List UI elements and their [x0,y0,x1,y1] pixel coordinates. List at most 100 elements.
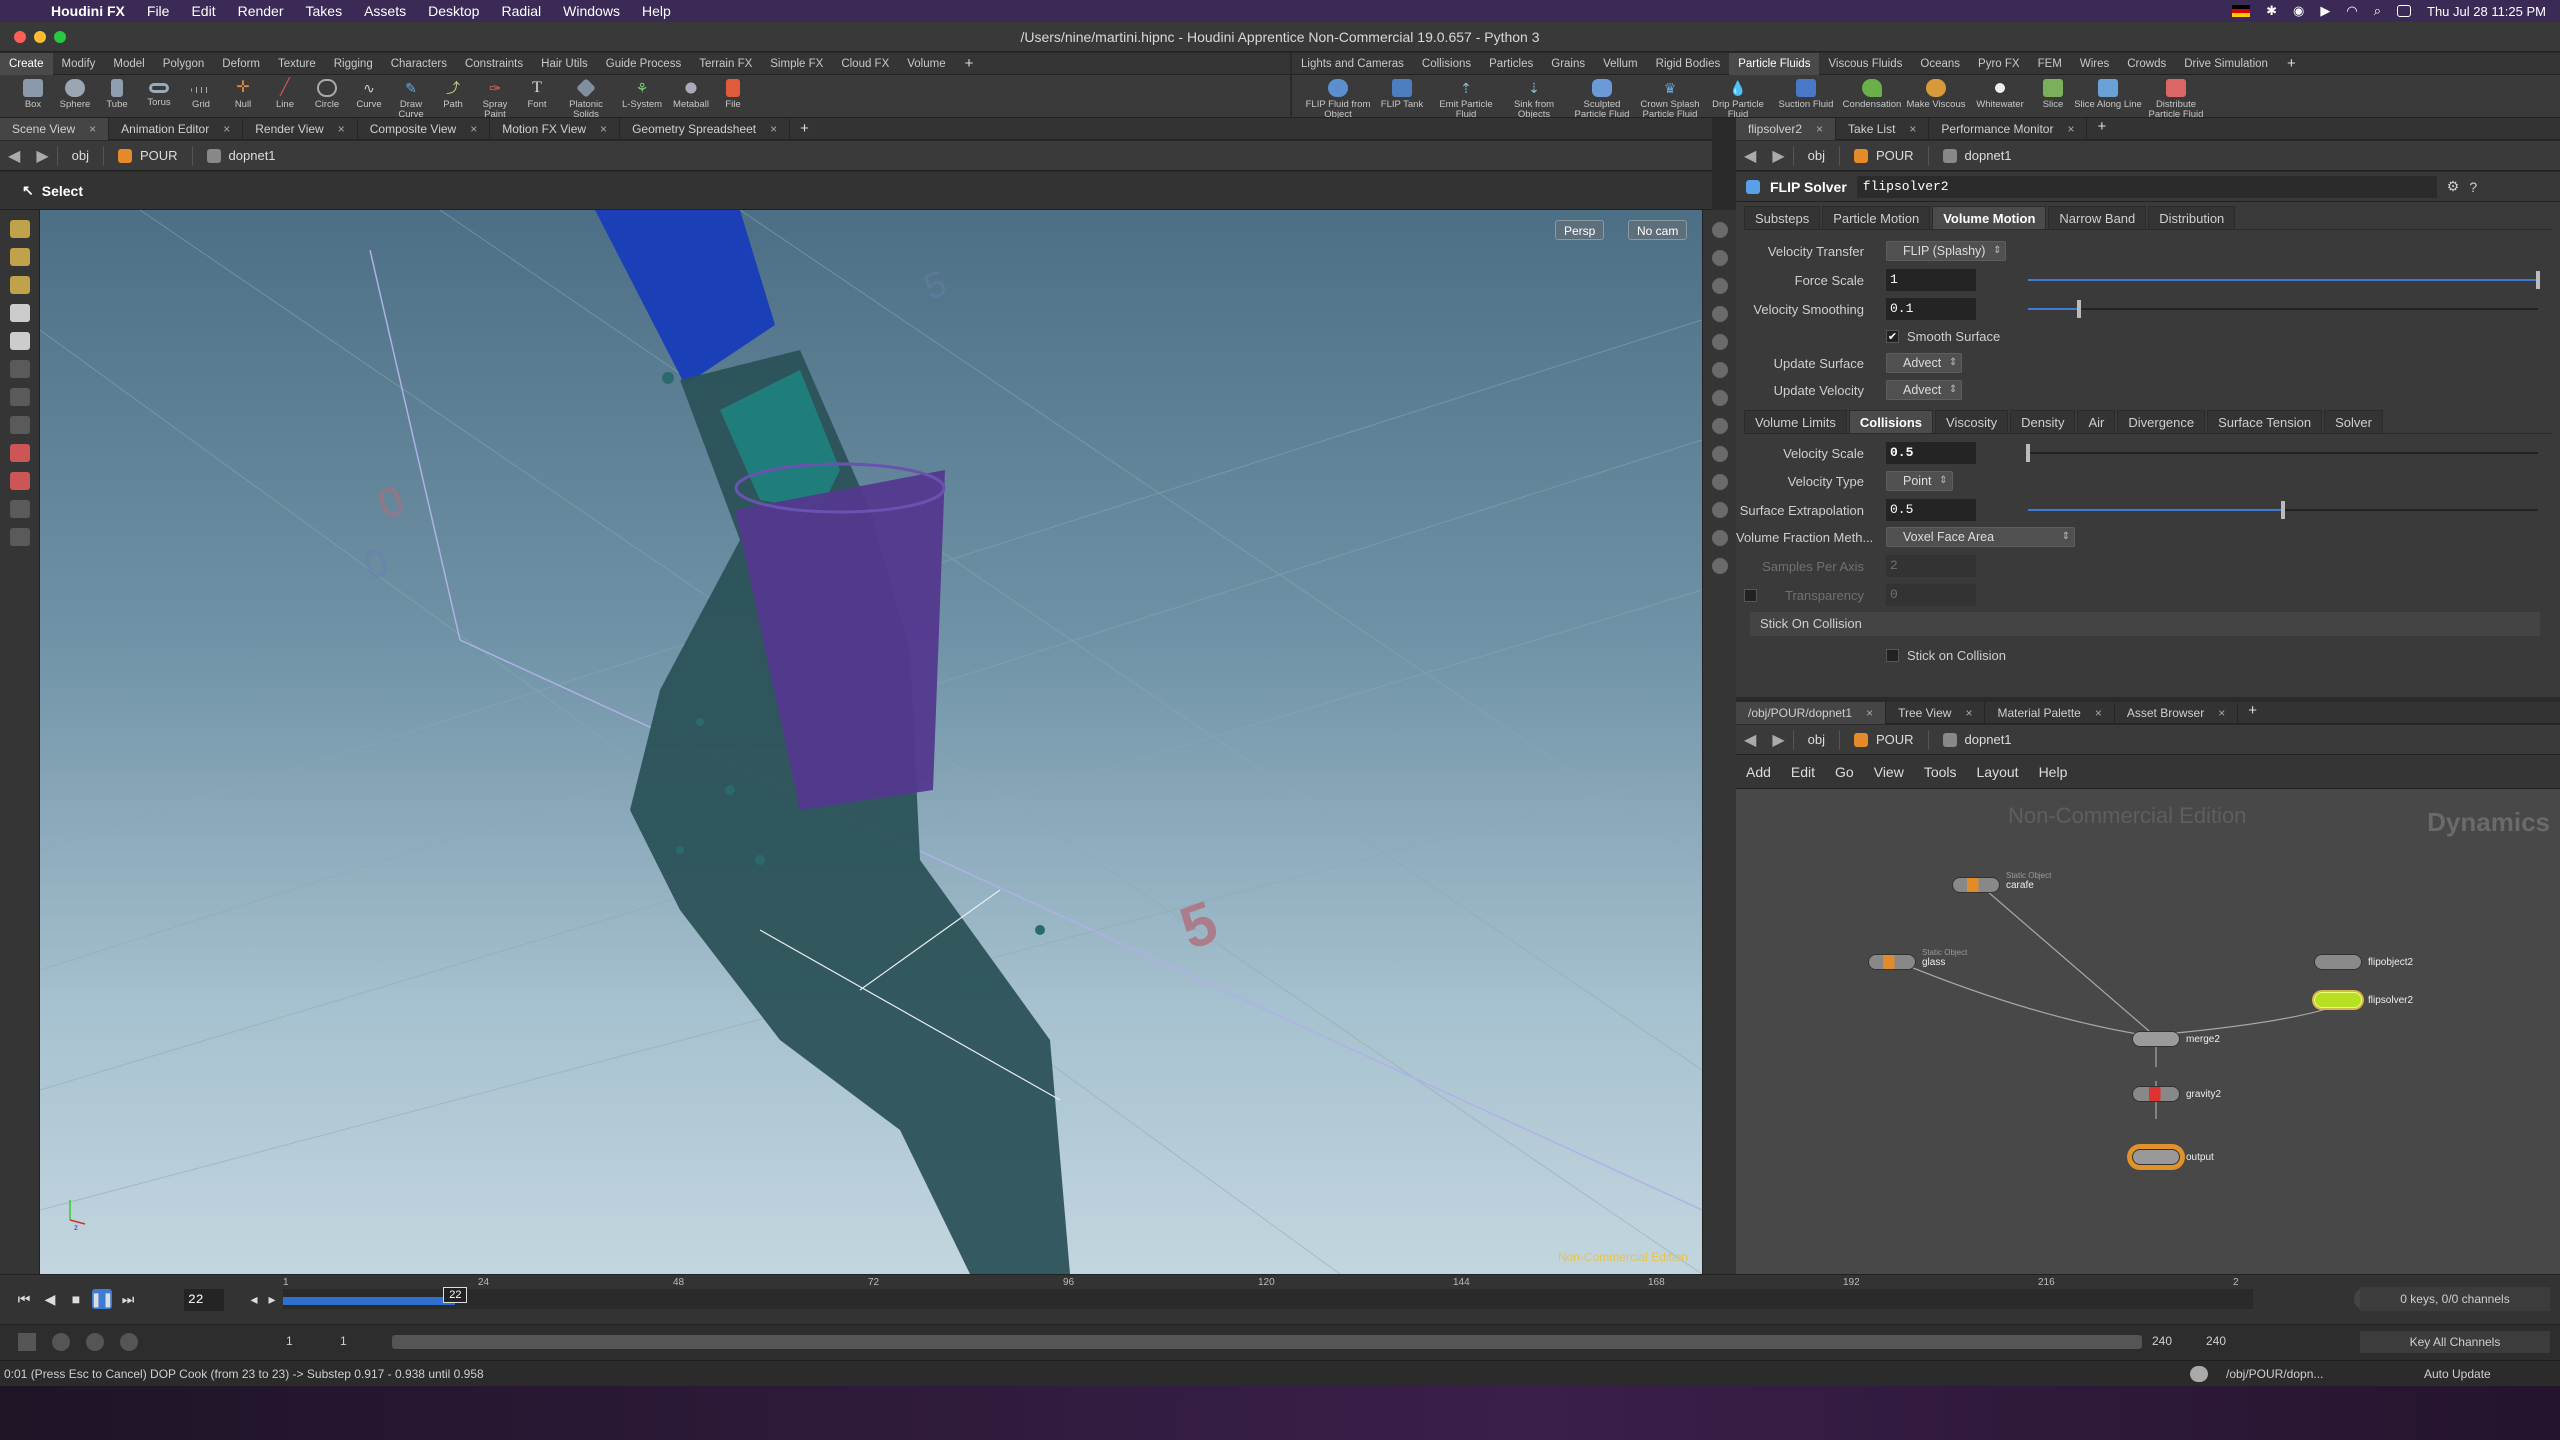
menu-render[interactable]: Render [227,3,295,19]
breadcrumb-obj[interactable]: obj [56,145,103,166]
keys-channels[interactable]: 0 keys, 0/0 channels [2360,1287,2550,1311]
light-icon[interactable] [1712,334,1728,350]
shelf-tab-create[interactable]: Create [0,52,53,75]
net-menu-go[interactable]: Go [1825,764,1864,780]
breadcrumb-dopnet[interactable]: dopnet1 [1927,145,2026,166]
step-forward-button[interactable]: ▸ [262,1289,282,1309]
zoom-window-button[interactable] [54,31,66,43]
breadcrumb-pour[interactable]: POUR [1838,145,1928,166]
minimize-window-button[interactable] [34,31,46,43]
pause-button[interactable]: ❚❚ [90,1289,114,1309]
net-menu-tools[interactable]: Tools [1914,764,1967,780]
normals-icon[interactable] [1712,446,1728,462]
tool-metaball[interactable]: Metaball [670,75,712,110]
breadcrumb-dopnet[interactable]: dopnet1 [191,145,290,166]
node-flipsolver2[interactable]: flipsolver2 [2314,992,2413,1008]
node-carafe[interactable]: carafe Static Object [1952,871,2051,893]
forward-arrow-icon[interactable]: ▶ [1764,146,1792,166]
close-icon[interactable]: × [1866,706,1873,720]
clock[interactable]: Thu Jul 28 11:25 PM [2427,4,2546,19]
close-icon[interactable]: × [470,122,477,136]
shelf-tab-modify[interactable]: Modify [53,53,105,75]
tab-density[interactable]: Density [2010,410,2076,433]
stick-on-collision-checkbox[interactable] [1886,648,1899,662]
current-frame-field[interactable]: 22 [184,1289,224,1311]
tab-solver[interactable]: Solver [2324,410,2383,433]
tab-material-palette[interactable]: Material Palette × [1985,702,2115,724]
time-icon[interactable] [120,1333,138,1351]
key-all-channels-menu[interactable]: Key All Channels [2360,1331,2550,1353]
step-back-button[interactable]: ◂ [244,1289,264,1309]
tab-volume-limits[interactable]: Volume Limits [1744,410,1847,433]
help-icon[interactable]: ? [2469,179,2477,195]
tool-curve[interactable]: ∿ Curve [348,75,390,110]
focus-icon[interactable]: ◉ [2293,3,2304,19]
back-arrow-icon[interactable]: ◀ [0,146,28,166]
shelf-tab-cloud-fx[interactable]: Cloud FX [832,53,898,75]
menu-radial[interactable]: Radial [490,3,552,19]
tab-collisions[interactable]: Collisions [1848,410,1934,433]
tab-take-list[interactable]: Take List × [1836,118,1930,140]
tool-suction-fluid[interactable]: Suction Fluid [1772,75,1840,110]
camera-icon[interactable] [1712,558,1728,574]
tab-narrow-band[interactable]: Narrow Band [2048,206,2147,229]
net-menu-view[interactable]: View [1864,764,1914,780]
frame-marker[interactable]: 22 [443,1287,468,1303]
shelf-tab-simple-fx[interactable]: Simple FX [761,53,832,75]
shelf-tab-fem[interactable]: FEM [2029,53,2071,75]
menu-desktop[interactable]: Desktop [417,3,490,19]
lock-icon[interactable] [1712,278,1728,294]
menu-assets[interactable]: Assets [353,3,417,19]
chat-icon[interactable] [2190,1366,2208,1382]
select-icon[interactable] [10,304,30,322]
loop-icon[interactable] [86,1333,104,1351]
bluetooth-icon[interactable]: ✱ [2266,3,2277,19]
add-tab-button[interactable]: + [790,120,819,137]
tab-particle-motion[interactable]: Particle Motion [1822,206,1931,229]
close-icon[interactable]: × [2067,122,2074,136]
magnet-icon[interactable] [10,472,30,490]
realtime-icon[interactable] [18,1333,36,1351]
tool-null[interactable]: ✛ Null [222,75,264,110]
menu-app[interactable]: Houdini FX [40,3,136,19]
shelf-tab-pyro-fx[interactable]: Pyro FX [1969,53,2029,75]
tool-font[interactable]: T Font [516,75,558,110]
node-output[interactable]: output [2132,1149,2214,1165]
tool-slice[interactable]: Slice [2032,75,2074,110]
tool-emit-particle-fluid[interactable]: ⇡ Emit Particle Fluid [1432,75,1500,120]
tab-asset-browser[interactable]: Asset Browser × [2115,702,2239,724]
force-scale-slider[interactable] [2028,271,2540,289]
breadcrumb-pour[interactable]: POUR [102,145,192,166]
tool-flip-tank[interactable]: FLIP Tank [1372,75,1432,110]
shading-icon[interactable] [1712,362,1728,378]
handle-icon[interactable] [10,220,30,238]
menu-help[interactable]: Help [631,3,682,19]
camera-icon[interactable] [10,528,30,546]
timeline-bar[interactable]: 22 1 24 48 72 96 120 144 168 192 216 2 [283,1277,2253,1309]
scene-viewport[interactable]: 0 0 5 5 z Persp No cam Non-Commercial Ed… [40,210,1702,1274]
back-arrow-icon[interactable]: ◀ [1736,146,1764,166]
close-icon[interactable]: × [223,122,230,136]
transparency-toggle[interactable] [1744,588,1757,602]
flag-icon[interactable] [2232,5,2251,17]
shelf-tab-guide-process[interactable]: Guide Process [597,53,690,75]
velocity-smoothing-field[interactable]: 0.1 [1886,298,1976,320]
jump-start-button[interactable]: ⏮ [14,1289,34,1309]
tool-slice-along-line[interactable]: Slice Along Line [2074,75,2142,110]
range-slider[interactable] [392,1335,2142,1349]
node-gravity2[interactable]: gravity2 [2132,1086,2221,1102]
ghost-icon[interactable] [1712,250,1728,266]
tab-tree-view[interactable]: Tree View × [1886,702,1986,724]
menu-windows[interactable]: Windows [552,3,631,19]
tool-platonic-solids[interactable]: Platonic Solids [558,75,614,120]
shelf-tab-drive-simulation[interactable]: Drive Simulation [2175,53,2277,75]
net-menu-help[interactable]: Help [2029,764,2078,780]
shelf-tab-lights-cameras[interactable]: Lights and Cameras [1292,53,1413,75]
tool-box[interactable]: Box [12,75,54,110]
breadcrumb-obj[interactable]: obj [1792,729,1839,750]
shelf-tab-deform[interactable]: Deform [213,53,269,75]
tool-make-viscous[interactable]: Make Viscous [1904,75,1968,110]
surface-extrapolation-field[interactable]: 0.5 [1886,499,1976,521]
net-menu-edit[interactable]: Edit [1781,764,1825,780]
control-center-icon[interactable] [2397,5,2411,17]
